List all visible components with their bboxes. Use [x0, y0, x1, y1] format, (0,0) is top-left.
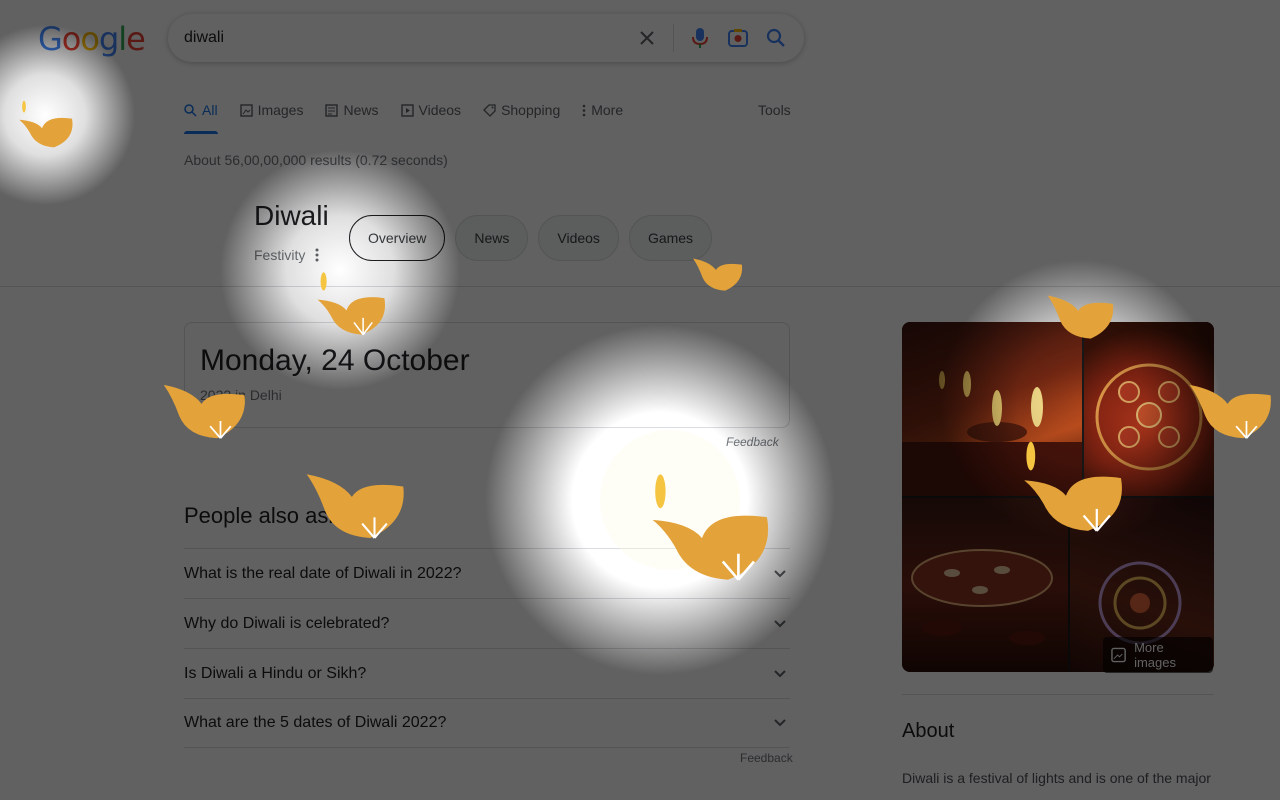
logo-letter-l: l — [118, 20, 127, 58]
entity-chips: Overview News Videos Games — [349, 215, 713, 261]
tab-shopping[interactable]: Shopping — [483, 100, 560, 120]
diya-lamp-icon — [317, 272, 386, 336]
close-icon[interactable] — [635, 26, 659, 50]
mic-icon[interactable] — [688, 26, 712, 50]
feedback-link[interactable]: Feedback — [740, 751, 793, 765]
tab-label: Images — [257, 102, 304, 118]
diya-lamp-icon — [1024, 441, 1122, 532]
search-input[interactable]: diwali — [184, 29, 635, 47]
header-divider — [0, 286, 1280, 287]
paa-question-text: Is Diwali a Hindu or Sikh? — [184, 664, 367, 682]
results-stats: About 56,00,00,000 results (0.72 seconds… — [184, 152, 448, 168]
logo-letter-e: e — [126, 20, 146, 58]
logo-letter-g2: g — [98, 20, 119, 58]
search-box[interactable]: diwali — [168, 14, 804, 62]
video-icon — [400, 103, 414, 117]
about-text: Diwali is a festival of lights and is on… — [902, 770, 1211, 786]
tab-label: Videos — [418, 102, 462, 118]
active-tab-indicator — [184, 131, 218, 134]
more-images-button[interactable]: More images — [1103, 637, 1213, 673]
tab-label: Shopping — [501, 102, 561, 118]
chip-videos[interactable]: Videos — [538, 215, 619, 261]
tab-images[interactable]: Images — [239, 100, 304, 120]
paa-question-text: What is the real date of Diwali in 2022? — [184, 564, 462, 582]
image-icon — [239, 103, 253, 117]
search-tabs: All Images News Videos Shopping More — [184, 100, 623, 120]
diya-lamp-icon — [163, 384, 245, 439]
camera-icon[interactable] — [726, 26, 750, 50]
chevron-down-icon — [774, 619, 786, 627]
entity-subtitle: Festivity — [254, 247, 306, 263]
paa-question[interactable]: What are the 5 dates of Diwali 2022? — [184, 698, 790, 748]
paa-question-text: Why do Diwali is celebrated? — [184, 614, 390, 632]
diya-lamp-icon — [1047, 295, 1114, 339]
tab-all[interactable]: All — [184, 100, 218, 120]
tab-label: News — [343, 102, 379, 118]
logo-letter-g: G — [38, 20, 63, 58]
paa-question-text: What are the 5 dates of Diwali 2022? — [184, 714, 447, 731]
logo-letter-o2: o — [80, 20, 100, 58]
search-icon[interactable] — [764, 26, 788, 50]
paa-question[interactable]: Why do Diwali is celebrated? — [184, 598, 790, 648]
news-icon — [325, 103, 339, 117]
logo-letter-o1: o — [61, 20, 82, 58]
more-vert-icon[interactable] — [315, 248, 319, 262]
diya-lamp-icon — [306, 474, 404, 539]
tab-more[interactable]: More — [582, 100, 623, 120]
google-logo[interactable]: Google — [38, 20, 146, 58]
tab-videos[interactable]: Videos — [400, 100, 462, 120]
chevron-down-icon — [774, 669, 786, 677]
diya-lamp-icon — [652, 474, 769, 581]
chip-overview[interactable]: Overview — [349, 215, 446, 261]
tools-button[interactable]: Tools — [758, 102, 791, 118]
diya-lamp-icon — [19, 100, 73, 148]
paa-question[interactable]: Is Diwali a Hindu or Sikh? — [184, 648, 790, 698]
feedback-link[interactable]: Feedback — [726, 435, 779, 449]
image-icon — [1111, 647, 1126, 663]
about-title: About — [902, 720, 955, 742]
panel-divider — [902, 694, 1214, 695]
date-answer: Monday, 24 October — [200, 344, 470, 377]
chip-news[interactable]: News — [455, 215, 529, 261]
more-images-label: More images — [1134, 640, 1177, 670]
search-separator — [673, 24, 674, 52]
tab-news[interactable]: News — [325, 100, 379, 120]
entity-title: Diwali — [254, 200, 329, 231]
tab-label: More — [591, 102, 624, 118]
more-vert-icon — [582, 104, 586, 116]
chevron-down-icon — [774, 719, 786, 727]
entity-subtitle-row: Festivity — [254, 247, 319, 263]
search-icon — [184, 103, 197, 117]
tab-label: All — [202, 102, 218, 118]
tag-icon — [483, 103, 496, 117]
diya-lamp-icon — [1189, 384, 1271, 439]
diya-lamp-icon — [693, 258, 743, 291]
